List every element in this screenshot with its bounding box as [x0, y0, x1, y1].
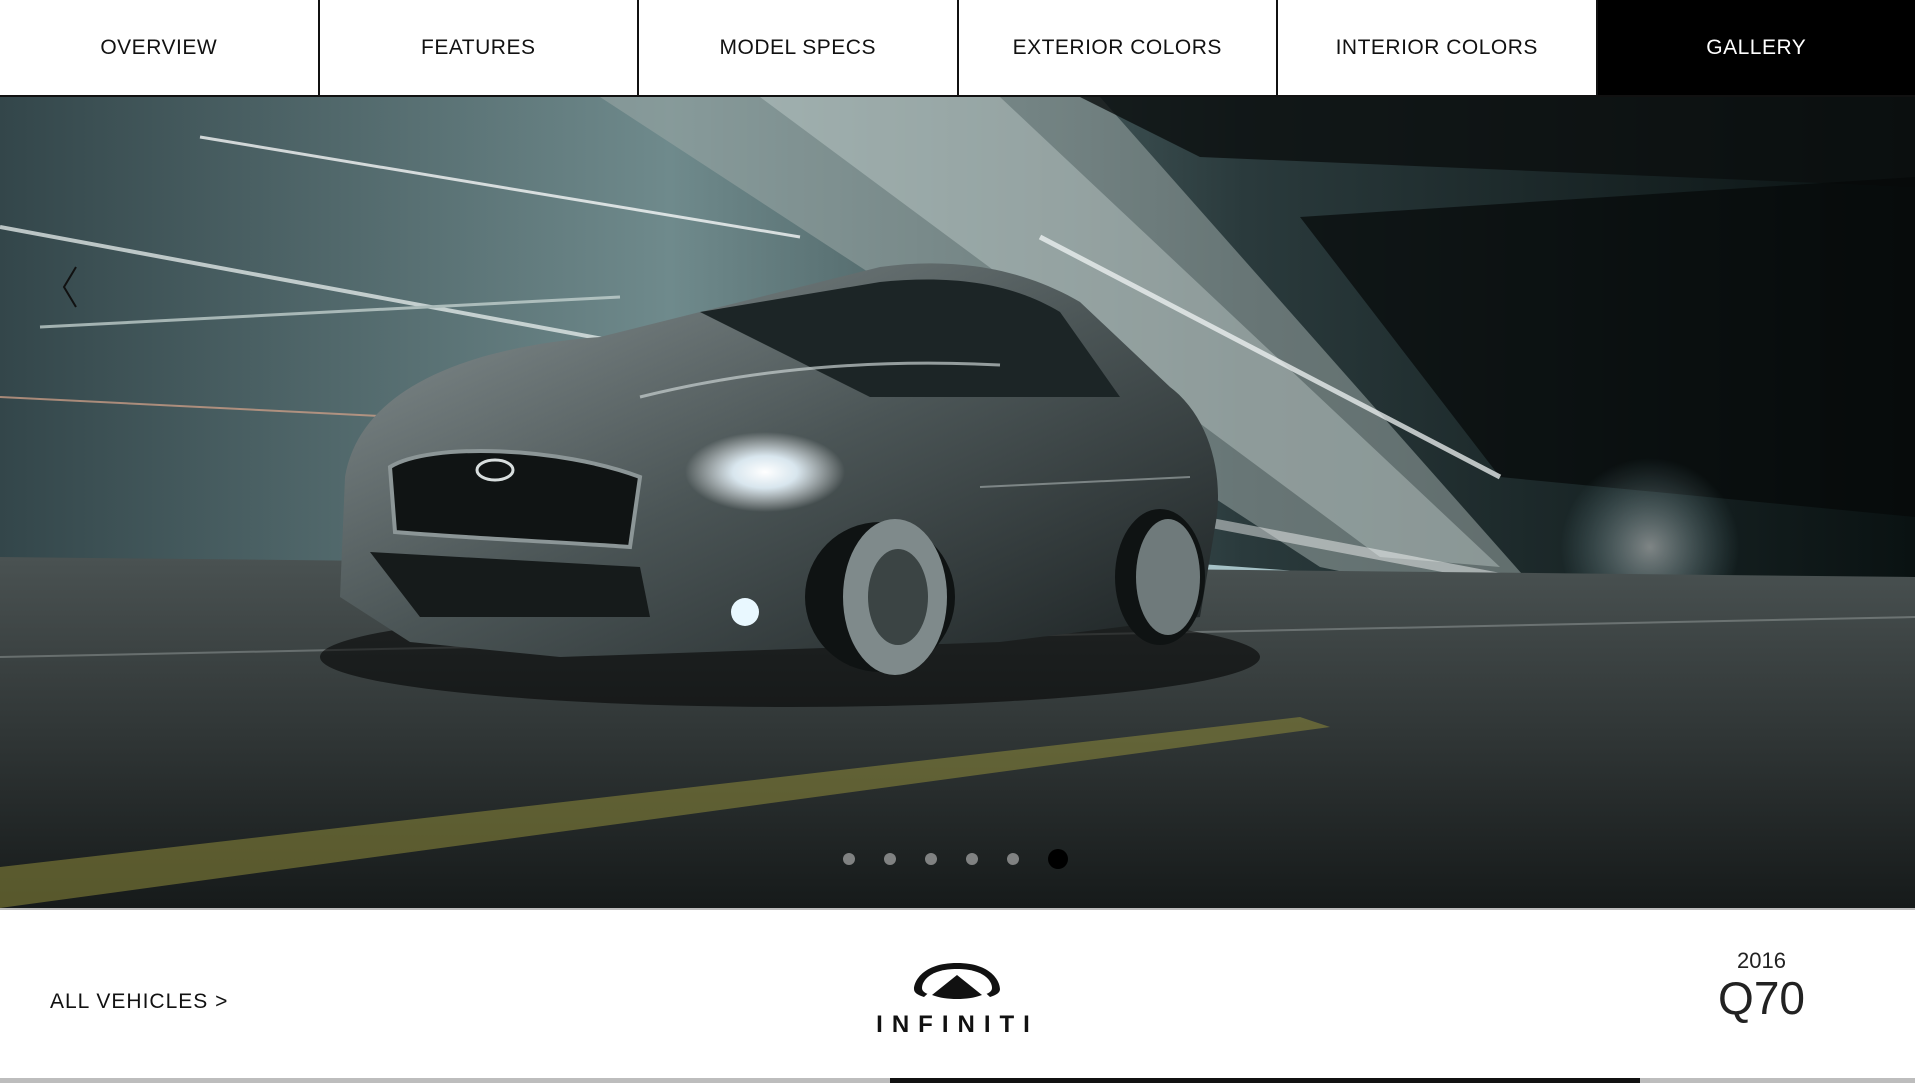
chevron-left-icon[interactable] [60, 262, 100, 312]
tab-interior-colors[interactable]: INTERIOR COLORS [1278, 0, 1598, 95]
tab-label: EXTERIOR COLORS [1012, 35, 1222, 59]
bottom-divider [0, 1078, 1915, 1083]
brand-wordmark: INFINITI [876, 1011, 1039, 1038]
car-photo [0, 97, 1915, 908]
model-year: 2016 [1737, 948, 1786, 973]
tab-features[interactable]: FEATURES [319, 0, 639, 95]
all-vehicles-link[interactable]: ALL VEHICLES > [50, 990, 228, 1014]
slide-indicator [0, 847, 1915, 871]
infiniti-logo: INFINITI [870, 955, 1045, 1045]
slide-dot-active[interactable] [1048, 849, 1068, 869]
tab-exterior-colors[interactable]: EXTERIOR COLORS [958, 0, 1278, 95]
tab-gallery[interactable]: GALLERY [1597, 0, 1915, 95]
top-nav: OVERVIEW FEATURES MODEL SPECS EXTERIOR C… [0, 0, 1915, 97]
slide-dot[interactable] [925, 853, 937, 865]
slide-dot[interactable] [843, 853, 855, 865]
tab-model-specs[interactable]: MODEL SPECS [639, 0, 959, 95]
tab-label: FEATURES [421, 35, 536, 59]
gallery-hero [0, 97, 1915, 908]
tab-label: OVERVIEW [100, 35, 218, 59]
tab-overview[interactable]: OVERVIEW [0, 0, 320, 95]
slide-dot[interactable] [884, 853, 896, 865]
slide-dot[interactable] [1007, 853, 1019, 865]
model-name: Q70 [1718, 972, 1805, 1024]
infiniti-emblem-icon [914, 963, 1000, 999]
tab-label: INTERIOR COLORS [1335, 35, 1538, 59]
slide-dot[interactable] [966, 853, 978, 865]
tab-label: GALLERY [1706, 35, 1807, 59]
model-info: 2016 Q70 [1718, 948, 1805, 1024]
tab-label: MODEL SPECS [719, 35, 876, 59]
footer-bar: ALL VEHICLES > INFINITI 2016 Q70 [0, 908, 1915, 1083]
